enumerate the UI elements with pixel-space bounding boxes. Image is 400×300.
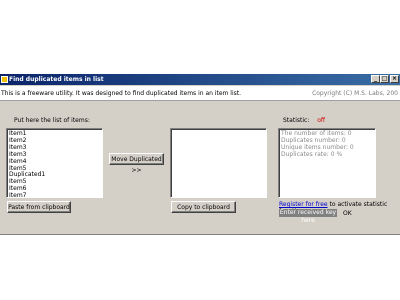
input-item-list[interactable]: Item1 Item2 Item3 Item3 Item4 Item5 Duplicated… — [6, 128, 103, 198]
duplicated-list[interactable] — [170, 128, 267, 198]
ok-button[interactable]: OK — [343, 210, 352, 217]
key-input[interactable]: Enter received key here — [279, 209, 337, 224]
paste-from-clipboard-button[interactable]: Paste from clipboard — [7, 201, 71, 213]
statistics-box: The number of items: 0 Duplicates number:… — [278, 128, 376, 198]
copy-to-clipboard-button[interactable]: Copy to clipboard — [171, 201, 236, 213]
app-window: Find duplicated items in list _ □ × This… — [0, 73, 400, 235]
statistic-line: Duplicates rate: 0 % — [281, 150, 343, 158]
close-button[interactable]: × — [390, 75, 399, 83]
statistic-label: Statistic: — [283, 117, 310, 124]
minimize-button[interactable]: _ — [371, 75, 380, 83]
statistics-lines: The number of items: 0 Duplicates number:… — [281, 130, 374, 159]
register-link[interactable]: Register for free — [279, 201, 328, 208]
statistic-state: off — [317, 117, 326, 124]
maximize-button[interactable]: □ — [380, 75, 389, 83]
title-bar[interactable]: Find duplicated items in list _ □ × — [0, 74, 400, 85]
window-title: Find duplicated items in list — [9, 76, 104, 83]
statistic-heading: Statistic: off — [283, 117, 325, 124]
input-list-label: Put here the list of items: — [14, 117, 90, 124]
copyright-text: Copyright (C) M.S. Labs, 200 — [312, 90, 398, 97]
description-text: This is a freeware utility. It was desig… — [1, 90, 242, 97]
app-icon — [1, 76, 8, 83]
input-items: Item1 Item2 Item3 Item3 Item4 Item5 Duplicated… — [9, 130, 101, 197]
list-item[interactable]: Item7 — [9, 192, 101, 197]
move-duplicated-button[interactable]: Move Duplicated >> — [109, 153, 164, 174]
info-bar: This is a freeware utility. It was desig… — [0, 86, 400, 101]
